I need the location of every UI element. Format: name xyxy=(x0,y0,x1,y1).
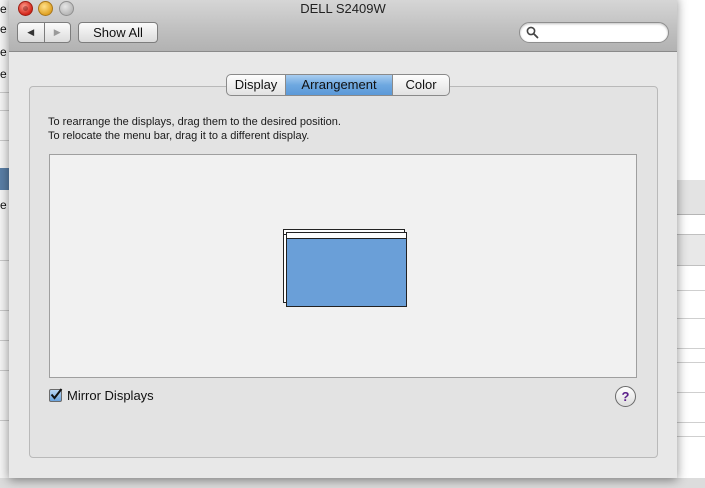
mirror-displays-label[interactable]: Mirror Displays xyxy=(67,388,154,403)
help-button[interactable]: ? xyxy=(615,386,636,407)
back-button[interactable]: ◀ xyxy=(18,23,45,42)
forward-arrow-icon: ▶ xyxy=(53,27,61,37)
mirror-displays-checkbox[interactable] xyxy=(49,388,63,402)
display-arrangement-area[interactable] xyxy=(49,154,637,378)
background-selected-row xyxy=(0,168,9,190)
background-row-divider xyxy=(677,318,705,319)
background-selected-row xyxy=(677,234,705,266)
forward-button[interactable]: ▶ xyxy=(45,23,71,42)
background-row-divider xyxy=(677,422,705,423)
background-text-fragment: e xyxy=(0,198,7,212)
background-row-divider xyxy=(677,362,705,363)
background-text-fragment: e xyxy=(0,67,7,81)
search-icon xyxy=(526,26,539,39)
search-field[interactable] xyxy=(519,22,669,43)
display-preferences-window: DELL S2409W ◀ ▶ Show All Display Arrange… xyxy=(9,0,677,478)
window-title: DELL S2409W xyxy=(300,1,386,16)
instruction-text: To rearrange the displays, drag them to … xyxy=(48,116,341,128)
tab-display[interactable]: Display xyxy=(227,75,286,95)
tab-bar: Display Arrangement Color xyxy=(226,74,450,96)
background-text-fragment: e xyxy=(0,45,7,59)
instruction-text: To relocate the menu bar, drag it to a d… xyxy=(48,130,310,142)
background-row-divider xyxy=(677,290,705,291)
search-input[interactable] xyxy=(542,24,664,42)
mirror-displays-option[interactable]: Mirror Displays xyxy=(49,388,154,403)
display-thumbnail-primary[interactable] xyxy=(286,232,407,307)
tab-arrangement[interactable]: Arrangement xyxy=(286,75,393,95)
title-bar[interactable]: DELL S2409W ◀ ▶ Show All xyxy=(9,0,677,52)
background-app-bottom-edge xyxy=(0,478,705,488)
checkmark-icon xyxy=(50,388,63,400)
background-row-divider xyxy=(677,392,705,393)
background-row-divider xyxy=(677,348,705,349)
background-text-fragment: e xyxy=(0,2,7,16)
show-all-button[interactable]: Show All xyxy=(78,22,158,43)
back-arrow-icon: ◀ xyxy=(27,27,35,37)
background-column-header xyxy=(677,180,705,215)
back-forward-control: ◀ ▶ xyxy=(17,22,71,43)
menu-bar-indicator[interactable] xyxy=(287,233,406,239)
tab-color[interactable]: Color xyxy=(393,75,449,95)
background-text-fragment: e xyxy=(0,22,7,36)
background-app-right-edge xyxy=(677,0,705,488)
background-row-divider xyxy=(677,436,705,437)
